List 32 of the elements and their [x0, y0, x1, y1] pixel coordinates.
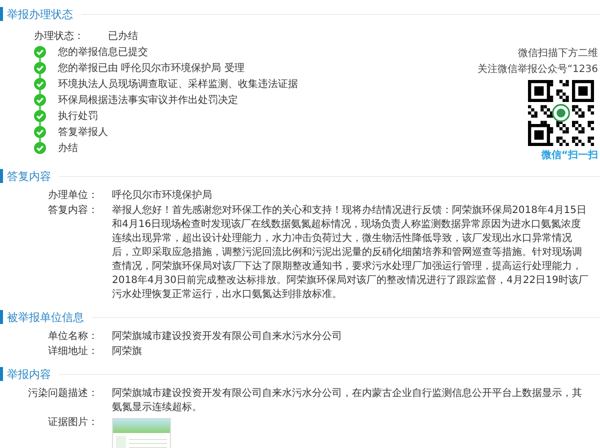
section-title: 被举报单位信息 [7, 310, 84, 324]
field-label: 证据图片： [47, 416, 99, 430]
field-value: 阿荣旗 [112, 345, 143, 359]
progress-step: 环保局根据违法事实审议并作出处罚决定 [58, 93, 238, 107]
section-marker [0, 310, 3, 324]
qr-caption: 关注微信举报公众号“1236 [477, 62, 598, 76]
field-label: 污染问题描述： [27, 387, 99, 401]
qr-caption: 微信扫描下方二维 [518, 46, 598, 60]
section-marker [0, 367, 3, 381]
field-label: 答复内容： [47, 204, 99, 218]
field-value: 呼伦贝尔市环境保护局 [112, 189, 213, 203]
progress-step: 环境执法人员现场调查取证、采样监测、收集违法证据 [58, 77, 298, 91]
section-title: 举报办理状态 [7, 6, 73, 22]
section-title: 答复内容 [7, 168, 51, 184]
field-label: 办理单位： [47, 189, 99, 203]
field-label: 单位名称： [47, 330, 99, 344]
progress-step: 办结 [58, 141, 78, 155]
field-label: 详细地址： [47, 345, 99, 359]
section-title: 举报内容 [7, 366, 51, 382]
section-marker [0, 169, 3, 183]
status-label: 办理状态： [34, 30, 84, 44]
qr-caption: 微信“扫一扫 [541, 148, 598, 162]
progress-step: 执行处罚 [58, 109, 98, 123]
qr-code-icon [528, 80, 594, 146]
section-marker [0, 7, 3, 21]
status-value: 已办结 [108, 30, 138, 44]
field-value: 举报人您好！首先感谢您对环保工作的关心和支持！现将办结情况进行反馈：阿荣旗环保局2018年4月15日和4月16日现场检查时发现该厂在线数据氨氮超标情况，现场负责人称监测数据异常原因为进水口氨氮浓度连续出现异常，超出设计处理能力，水力冲击负荷过大，微生物活性降低导致，该厂发现出水口异常情况后，立即采取应急措施，调整污泥回流比例和污泥出泥量的反硝化细菌培养和管网巡查等措施。针对现场调查情况，阿荣旗环保局对该厂下达了限期整改通知书，要求污水处理厂加强运行管理，提高运行处理能力，2018年4月30日前完成整改达标排放。阿荣旗环保局对该厂的整改情况进行了跟踪监督，4月22日19时该厂污水处理恢复正常运行，出水口氨氮达到排放标准。 [112, 204, 590, 302]
field-value: 阿荣旗城市建设投资开发有限公司自来水污水分公司，在内蒙古企业自行监测信息公开平台上数据显示，其氨氮显示连续超标。 [112, 387, 583, 415]
progress-step: 答复举报人 [58, 125, 108, 139]
progress-step: 您的举报已由 呼伦贝尔市环境保护局 受理 [58, 61, 244, 75]
field-value: 阿荣旗城市建设投资开发有限公司自来水污水分公司 [112, 330, 343, 344]
progress-step: 您的举报信息已提交 [58, 45, 148, 59]
